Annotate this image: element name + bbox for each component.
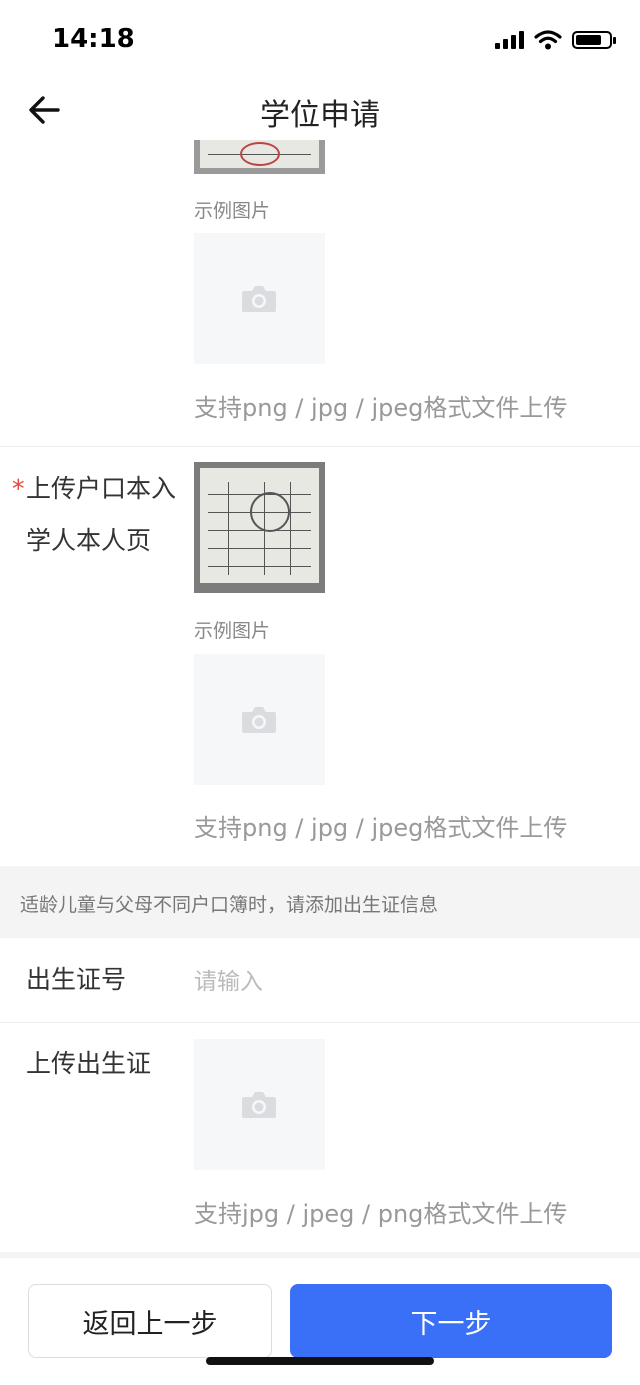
- sample-image-partial: [194, 140, 325, 174]
- page-title: 学位申请: [260, 98, 380, 133]
- example-image-label: 示例图片: [194, 620, 271, 642]
- status-time: 14:18: [52, 24, 135, 54]
- upload-hint: 支持jpg / jpeg / png格式文件上传: [194, 1200, 568, 1228]
- example-image-label: 示例图片: [194, 200, 271, 222]
- upload-birth-cert-button[interactable]: [194, 1039, 325, 1170]
- nav-bar: 学位申请: [0, 80, 640, 140]
- bottom-action-bar: 返回上一步 下一步: [0, 1252, 640, 1385]
- form-content[interactable]: 示例图片 支持png / jpg / jpeg格式文件上传 * 上传户口本入学人…: [0, 140, 640, 1252]
- previous-step-button[interactable]: 返回上一步: [28, 1284, 272, 1358]
- cellular-signal-icon: [495, 31, 524, 49]
- upload-hint: 支持png / jpg / jpeg格式文件上传: [194, 814, 568, 842]
- wifi-icon: [534, 30, 562, 50]
- home-indicator[interactable]: [206, 1357, 434, 1365]
- next-step-button[interactable]: 下一步: [290, 1284, 612, 1358]
- birth-cert-upload-label: 上传出生证: [26, 1049, 152, 1078]
- upload-photo-button[interactable]: [194, 233, 325, 364]
- battery-icon: [572, 31, 616, 49]
- upload-hint: 支持png / jpg / jpeg格式文件上传: [194, 394, 568, 422]
- birth-cert-number-label: 出生证号: [26, 965, 127, 994]
- hukou-upload-label: * 上传户口本入学人本人页: [12, 463, 186, 567]
- notice-banner: 适龄儿童与父母不同户口簿时，请添加出生证信息: [0, 866, 640, 938]
- divider: [0, 1022, 640, 1023]
- status-bar: 14:18: [0, 0, 640, 80]
- camera-icon: [242, 707, 276, 733]
- upload-hukou-button[interactable]: [194, 654, 325, 785]
- divider: [0, 446, 640, 447]
- status-icons: [495, 30, 616, 50]
- camera-icon: [242, 1092, 276, 1118]
- birth-cert-number-input[interactable]: [194, 960, 614, 1004]
- hukou-upload-label-text: 上传户口本入学人本人页: [26, 474, 177, 555]
- sample-image-hukou[interactable]: [194, 462, 325, 593]
- camera-icon: [242, 286, 276, 312]
- notice-text: 适龄儿童与父母不同户口簿时，请添加出生证信息: [20, 894, 439, 916]
- required-mark: *: [12, 474, 25, 503]
